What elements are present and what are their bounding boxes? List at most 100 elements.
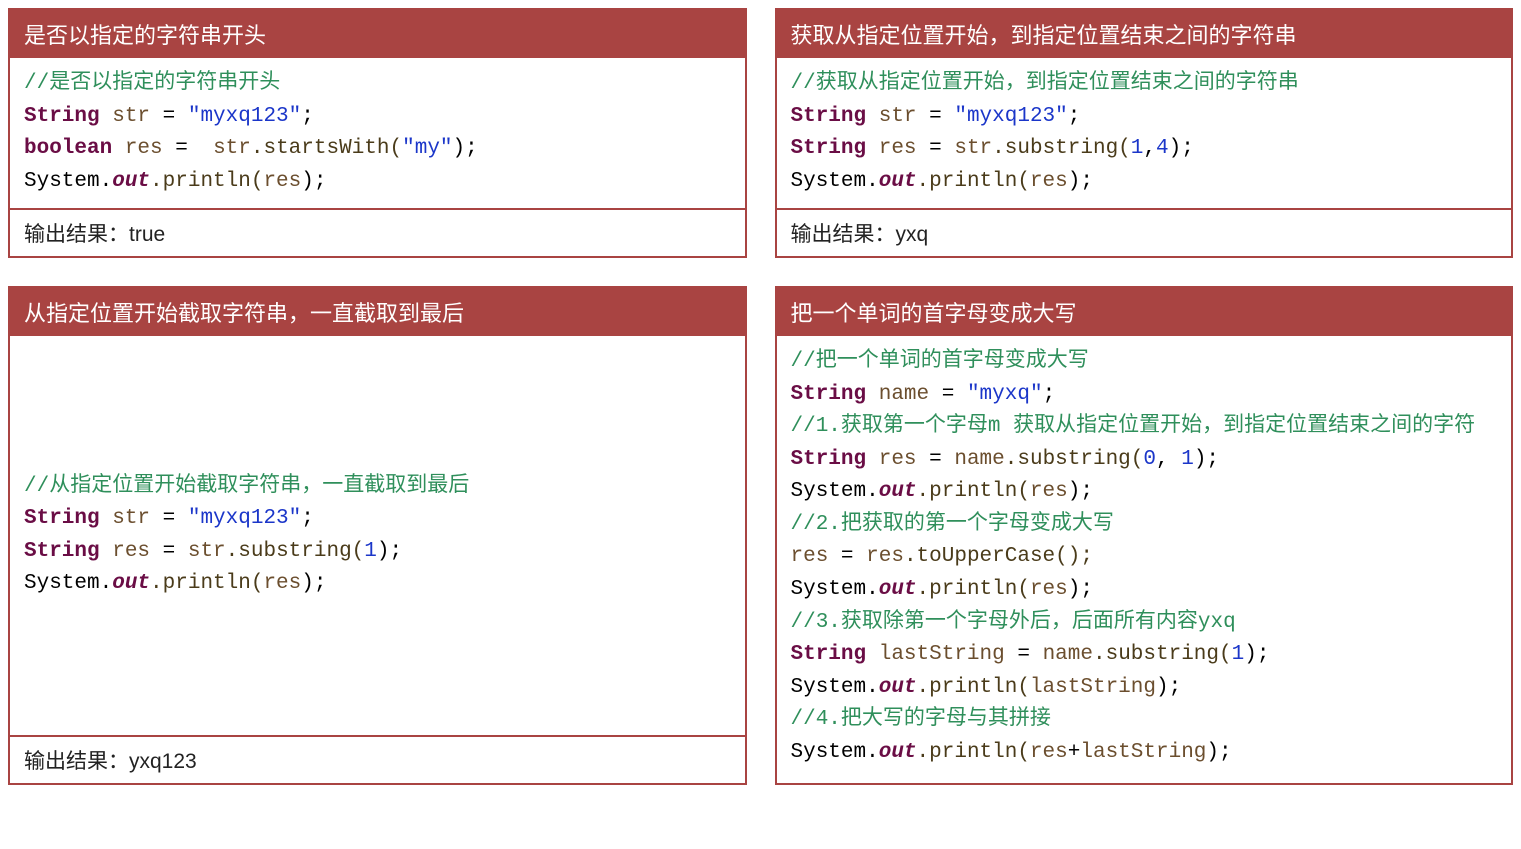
code-block: //获取从指定位置开始，到指定位置结束之间的字符串 String str = "… [791,68,1498,198]
code-var: str [112,105,150,128]
output-row: 输出结果：yxq [777,208,1512,256]
code-call: .substring( [1005,448,1144,471]
code-var: res [112,540,150,563]
code-text: ); [1068,480,1093,503]
code-text: , [1143,137,1156,160]
code-text: ; [301,507,314,530]
code-text: ); [1244,643,1269,666]
code-out: out [879,741,917,764]
code-var: res [263,572,301,595]
code-var: lastString [1080,741,1206,764]
code-string: "myxq123" [954,105,1067,128]
code-out: out [879,578,917,601]
code-var: res [1030,741,1068,764]
code-num: 1 [1232,643,1245,666]
code-call: .println( [150,572,263,595]
code-num: 1 [1181,448,1194,471]
code-comment: //4.把大写的字母与其拼接 [791,708,1051,731]
code-text: = [150,540,188,563]
code-text: = [1005,643,1043,666]
code-comment: //1.获取第一个字母m 获取从指定位置开始，到指定位置结束之间的字符 [791,415,1476,438]
code-text: System. [791,170,879,193]
code-text: = [917,105,955,128]
code-text: ); [1068,170,1093,193]
code-type: String [791,105,879,128]
code-call: .println( [917,170,1030,193]
code-out: out [879,676,917,699]
card-title: 把一个单词的首字母变成大写 [777,288,1512,336]
code-var: res [879,448,917,471]
code-var: res [263,170,301,193]
code-var: name [1043,643,1093,666]
code-out: out [879,480,917,503]
card-startswith: 是否以指定的字符串开头 //是否以指定的字符串开头 String str = "… [8,8,747,258]
card-body: //把一个单词的首字母变成大写 String name = "myxq"; //… [777,336,1512,783]
code-num: 1 [364,540,377,563]
code-text: System. [791,741,879,764]
code-num: 4 [1156,137,1169,160]
code-var: res [791,545,829,568]
code-text: ); [1169,137,1194,160]
card-substring-from: 从指定位置开始截取字符串，一直截取到最后 //从指定位置开始截取字符串，一直截取… [8,286,747,785]
card-body: //获取从指定位置开始，到指定位置结束之间的字符串 String str = "… [777,58,1512,208]
code-text: ); [1068,578,1093,601]
code-var: res [866,545,904,568]
code-text: ); [301,572,326,595]
code-type: String [791,448,879,471]
code-text: System. [791,578,879,601]
code-text: ); [453,137,478,160]
code-text: System. [791,480,879,503]
code-text: = [929,383,967,406]
code-text: System. [24,572,112,595]
code-type: String [791,383,879,406]
code-var: res [1030,170,1068,193]
code-var: name [954,448,1004,471]
code-call: .substring( [226,540,365,563]
code-string: "myxq123" [188,507,301,530]
code-var: str [879,105,917,128]
code-text: = [150,507,188,530]
code-comment: //是否以指定的字符串开头 [24,72,280,95]
output-row: 输出结果：true [10,208,745,256]
code-call: .toUpperCase(); [904,545,1093,568]
code-text: ; [1068,105,1081,128]
code-comment: //从指定位置开始截取字符串，一直截取到最后 [24,475,469,498]
code-type: String [24,540,112,563]
code-text: = [917,137,955,160]
code-call: .println( [917,480,1030,503]
code-var: name [879,383,929,406]
code-block: //把一个单词的首字母变成大写 String name = "myxq"; //… [791,346,1498,769]
code-type: String [791,643,879,666]
code-out: out [112,170,150,193]
card-capitalize: 把一个单词的首字母变成大写 //把一个单词的首字母变成大写 String nam… [775,286,1514,785]
card-substring-range: 获取从指定位置开始，到指定位置结束之间的字符串 //获取从指定位置开始，到指定位… [775,8,1514,258]
code-call: .substring( [992,137,1131,160]
code-call: .startsWith( [251,137,402,160]
card-body: //是否以指定的字符串开头 String str = "myxq123"; bo… [10,58,745,208]
code-comment: //获取从指定位置开始，到指定位置结束之间的字符串 [791,72,1299,95]
code-var: str [188,540,226,563]
code-text: = [917,448,955,471]
code-var: str [112,507,150,530]
code-var: lastString [1030,676,1156,699]
code-num: 0 [1143,448,1156,471]
card-grid: 是否以指定的字符串开头 //是否以指定的字符串开头 String str = "… [8,8,1513,785]
card-title: 获取从指定位置开始，到指定位置结束之间的字符串 [777,10,1512,58]
code-call: .println( [917,741,1030,764]
code-block: //从指定位置开始截取字符串，一直截取到最后 String str = "myx… [24,471,731,601]
code-out: out [112,572,150,595]
code-comment: //3.获取除第一个字母外后，后面所有内容yxq [791,611,1236,634]
card-title: 是否以指定的字符串开头 [10,10,745,58]
code-var: str [954,137,992,160]
code-var: lastString [879,643,1005,666]
code-text: ); [377,540,402,563]
code-string: "my" [402,137,452,160]
card-title: 从指定位置开始截取字符串，一直截取到最后 [10,288,745,336]
code-text: , [1156,448,1181,471]
code-type: String [24,105,112,128]
code-text: ; [301,105,314,128]
code-var: res [879,137,917,160]
card-body: //从指定位置开始截取字符串，一直截取到最后 String str = "myx… [10,336,745,735]
code-comment: //2.把获取的第一个字母变成大写 [791,513,1114,536]
code-comment: //把一个单词的首字母变成大写 [791,350,1089,373]
